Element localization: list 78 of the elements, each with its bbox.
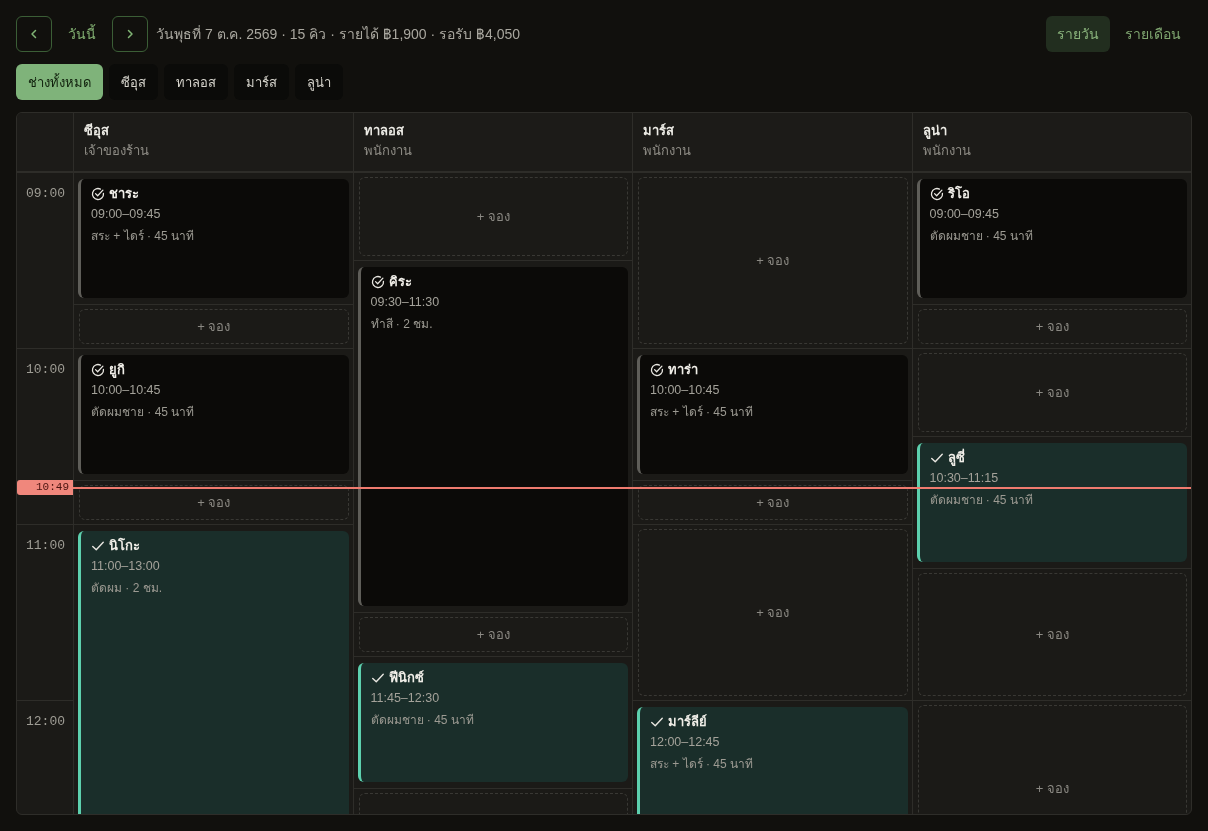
book-slot-button[interactable]: + จอง — [358, 617, 628, 652]
today-button[interactable]: วันนี้ — [52, 16, 112, 52]
staff-name: ลูน่า — [922, 122, 947, 139]
service-info: สระ + ไดร์ · 45 นาที — [650, 404, 754, 420]
staff-name: ทาลอส — [363, 122, 404, 139]
staff-role: พนักงาน — [922, 142, 971, 159]
date-summary: วันพุธที่ 7 ต.ค. 2569 · 15 คิว · รายได้ ฿1,900 · รอรับ ฿4,050 — [156, 24, 520, 45]
check-circle-icon — [91, 363, 105, 377]
appointment-card[interactable]: นิโกะ 11:00–13:00 ตัดผม · 2 ชม. — [78, 531, 349, 814]
appointment-time: 09:00–09:45 — [91, 206, 161, 223]
book-slot-button[interactable]: + จอง — [638, 529, 908, 696]
appointment-time: 12:00–12:45 — [650, 734, 720, 751]
staff-filter-chip[interactable]: ซีอุส — [109, 64, 158, 100]
view-tab[interactable]: รายวัน — [1046, 16, 1110, 52]
appointment-time: 11:00–13:00 — [91, 558, 160, 575]
check-icon — [370, 671, 385, 685]
book-slot-button[interactable]: + จอง — [917, 705, 1187, 814]
book-slot-button[interactable]: + จอง — [79, 309, 349, 344]
check-circle-icon — [370, 275, 385, 289]
check-icon — [929, 451, 944, 465]
staff-role: พนักงาน — [363, 142, 412, 159]
service-info: สระ + ไดร์ · 45 นาที — [91, 228, 195, 244]
appointment-time: 10:00–10:45 — [650, 382, 720, 399]
staff-filter-chip[interactable]: ทาลอส — [164, 64, 228, 100]
next-day-button[interactable] — [112, 16, 148, 52]
check-circle-icon — [650, 363, 664, 377]
service-info: ทำสี · 2 ชม. — [370, 316, 433, 332]
service-info: ตัดผมชาย · 45 นาที — [370, 712, 474, 728]
staff-filter-chip[interactable]: มาร์ส — [234, 64, 289, 100]
service-info: ตัดผมชาย · 45 นาที — [929, 492, 1033, 508]
customer-name: ทาร่า — [668, 361, 698, 379]
customer-name: คิระ — [388, 273, 412, 291]
service-info: ตัดผมชาย · 45 นาที — [91, 404, 195, 420]
customer-name: ริโอ — [947, 185, 970, 203]
hour-label: 12:00 — [26, 714, 65, 729]
book-slot-button[interactable]: + จอง — [917, 309, 1187, 344]
appointment-card[interactable]: ริโอ 09:00–09:45 ตัดผมชาย · 45 นาที — [916, 179, 1187, 298]
current-time-badge: 10:49 — [17, 480, 73, 495]
staff-name: มาร์ส — [643, 122, 674, 139]
hour-label: 10:00 — [26, 362, 65, 377]
appointment-time: 11:45–12:30 — [370, 690, 440, 707]
appointment-card[interactable]: ฟีนิกซ์ 11:45–12:30 ตัดผมชาย · 45 นาที — [357, 663, 628, 782]
appointment-card[interactable]: ยูกิ 10:00–10:45 ตัดผมชาย · 45 นาที — [78, 355, 349, 474]
appointment-time: 10:30–11:15 — [929, 470, 999, 487]
check-icon — [91, 539, 105, 553]
appointment-card[interactable]: คิระ 09:30–11:30 ทำสี · 2 ชม. — [357, 267, 628, 606]
staff-role: พนักงาน — [643, 142, 691, 159]
staff-name: ซีอุส — [84, 122, 109, 139]
appointment-card[interactable]: ชาระ 09:00–09:45 สระ + ไดร์ · 45 นาที — [78, 179, 349, 298]
service-info: สระ + ไดร์ · 45 นาที — [650, 756, 754, 772]
appointment-time: 09:00–09:45 — [929, 206, 999, 223]
service-info: ตัดผม · 2 ชม. — [91, 580, 162, 596]
hour-label: 09:00 — [26, 186, 65, 201]
appointment-card[interactable]: ลูซี่ 10:30–11:15 ตัดผมชาย · 45 นาที — [916, 443, 1187, 562]
check-icon — [650, 715, 664, 729]
appointment-card[interactable]: มาร์ลีย์ 12:00–12:45 สระ + ไดร์ · 45 นาที — [637, 707, 908, 814]
book-slot-button[interactable]: + จอง — [358, 177, 628, 256]
staff-filter-chip[interactable]: ลูน่า — [295, 64, 343, 100]
staff-filter-chip[interactable]: ช่างทั้งหมด — [16, 64, 103, 100]
customer-name: นิโกะ — [109, 537, 140, 555]
customer-name: ยูกิ — [109, 361, 125, 379]
appointment-card[interactable]: ทาร่า 10:00–10:45 สระ + ไดร์ · 45 นาที — [637, 355, 908, 474]
previous-day-button[interactable] — [16, 16, 52, 52]
customer-name: มาร์ลีย์ — [668, 713, 707, 731]
check-circle-icon — [929, 187, 944, 201]
book-slot-button[interactable]: + จอง — [917, 573, 1187, 696]
appointment-time: 09:30–11:30 — [370, 294, 440, 311]
hour-label: 11:00 — [26, 538, 65, 553]
customer-name: ลูซี่ — [947, 449, 965, 467]
book-slot-button[interactable]: + จอง — [638, 177, 908, 344]
book-slot-button[interactable]: + จอง — [917, 353, 1187, 432]
customer-name: ชาระ — [109, 185, 139, 203]
appointment-time: 10:00–10:45 — [91, 382, 161, 399]
check-circle-icon — [91, 187, 105, 201]
view-tab[interactable]: รายเดือน — [1114, 16, 1192, 52]
customer-name: ฟีนิกซ์ — [388, 669, 424, 687]
staff-role: เจ้าของร้าน — [84, 142, 149, 159]
service-info: ตัดผมชาย · 45 นาที — [929, 228, 1033, 244]
